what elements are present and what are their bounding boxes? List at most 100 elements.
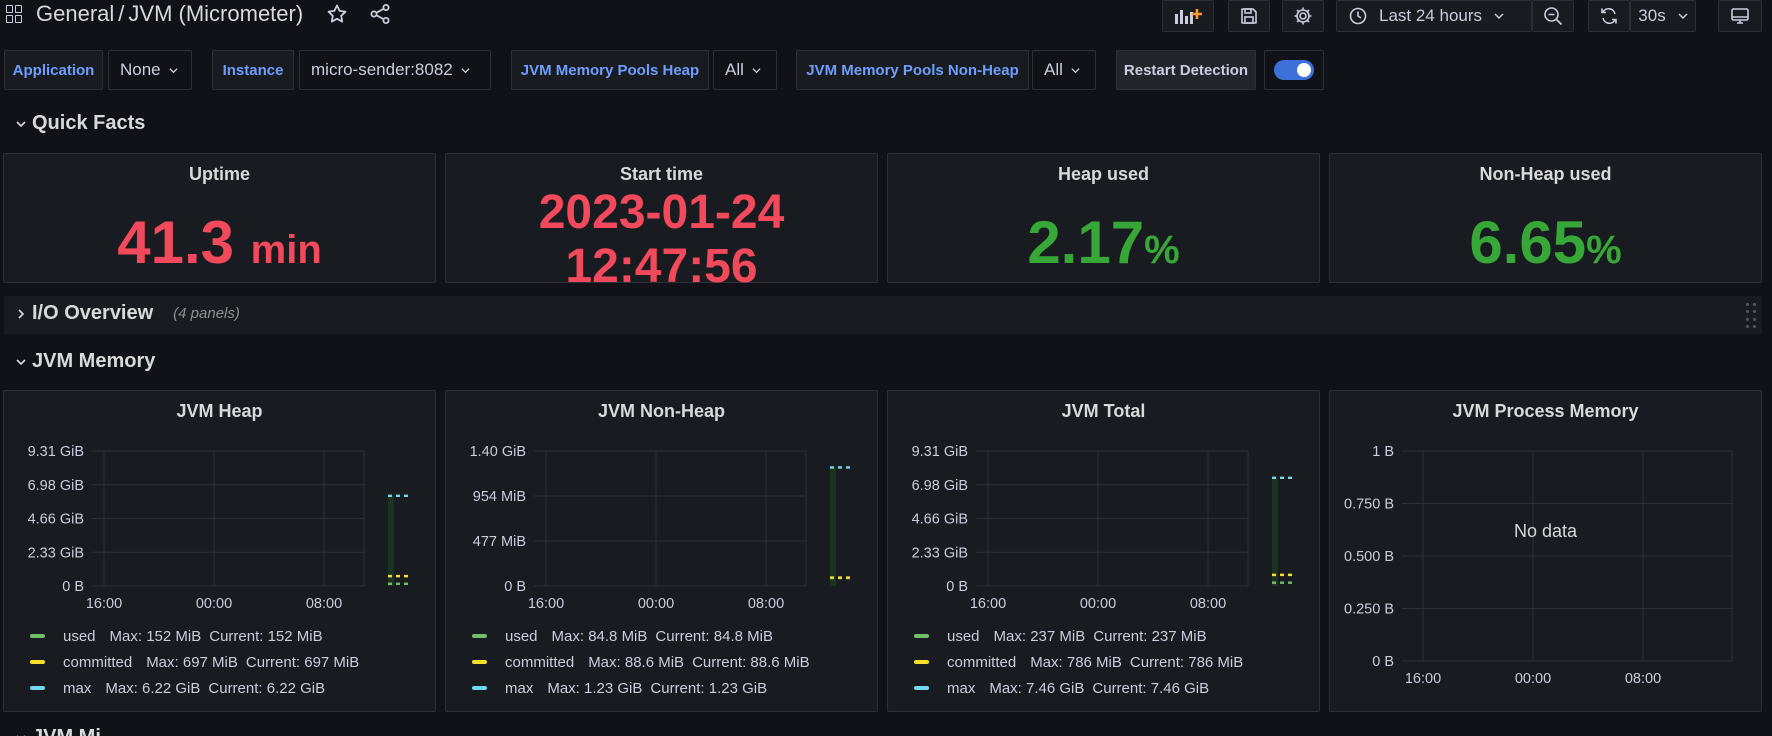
refresh-interval-label: 30s [1638,6,1666,25]
legend-item-committed[interactable]: committed Max: 786 MiB Current: 786 MiB [914,649,1243,675]
y-tick-label: 9.31 GiB [912,444,968,460]
dashboards-grid-icon[interactable] [6,5,24,23]
y-tick-label: 1 B [1372,444,1394,460]
add-panel-icon [1175,9,1202,24]
legend-swatch [30,634,45,638]
row-panel-count: (4 panels) [173,305,240,322]
legend-item-committed[interactable]: committed Max: 88.6 MiB Current: 88.6 MiB [472,649,810,675]
drag-handle-icon[interactable] [1746,303,1756,329]
folder-link[interactable]: General [36,1,114,26]
chevron-down-icon [16,734,26,736]
x-tick-label: 16:00 [86,596,122,612]
refresh-icon [1601,8,1617,24]
x-tick-label: 00:00 [1515,671,1551,687]
legend-max: Max: 697 MiB [146,653,238,671]
toggle-track [1274,60,1314,80]
legend-current: Current: 6.22 GiB [208,679,326,697]
legend-max: Max: 786 MiB [1030,653,1122,671]
chevron-down-icon [461,67,470,73]
variable-select-application[interactable]: None [108,50,192,90]
dashboard-title[interactable]: JVM (Micrometer) [128,1,303,26]
legend-series-name: used [505,627,538,645]
panel-title[interactable]: Heap used [888,164,1319,185]
y-tick-label: 477 MiB [473,534,526,550]
stat-panel-start-time: Start time 2023-01-24 12:47:56 [445,153,878,293]
cycle-view-mode-button[interactable] [1718,0,1762,32]
row-quick-facts[interactable]: Quick Facts [14,112,145,135]
legend-max: Max: 237 MiB [993,627,1086,645]
panel-title[interactable]: Start time [446,164,877,185]
y-tick-label: 0 B [504,579,526,595]
legend-swatch [914,660,929,664]
variable-label-application: Application [4,50,103,90]
legend-item-committed[interactable]: committed Max: 697 MiB Current: 697 MiB [30,649,359,675]
legend-current: Current: 84.8 MiB [655,627,773,645]
stat-date: 2023-01-24 [538,186,785,239]
legend-swatch [30,660,45,664]
legend-item-used[interactable]: used Max: 237 MiB Current: 237 MiB [914,623,1243,649]
star-icon[interactable] [325,2,349,26]
legend-item-used[interactable]: used Max: 84.8 MiB Current: 84.8 MiB [472,623,810,649]
stat-value: 41.3 min [4,208,435,277]
zoom-out-button[interactable] [1532,0,1574,32]
legend-item-used[interactable]: used Max: 152 MiB Current: 152 MiB [30,623,359,649]
save-icon [1241,8,1257,24]
stat-value: 2023-01-24 12:47:56 [446,186,877,294]
y-tick-label: 0 B [62,579,84,595]
add-panel-button[interactable] [1162,0,1214,32]
legend-swatch [472,660,487,664]
variable-label-nonheap-pools: JVM Memory Pools Non-Heap [796,50,1029,90]
chevron-down-icon [16,358,26,365]
variable-value: All [1044,60,1063,79]
variable-select-nonheap-pools[interactable]: All [1032,50,1096,90]
refresh-interval-picker[interactable]: 30s [1630,0,1696,32]
graph-panel-jvm-non-heap: JVM Non-Heap 1.40 GiB 954 MiB 477 MiB 0 B 16… [445,390,878,712]
graph-legend: used Max: 152 MiB Current: 152 MiB committe… [30,623,359,701]
legend-max: Max: 152 MiB [109,627,202,645]
save-dashboard-button[interactable] [1228,0,1270,32]
legend-series-name: used [63,627,96,645]
row-jvm-memory[interactable]: JVM Memory [14,350,155,373]
variable-select-heap-pools[interactable]: All [713,50,777,90]
y-tick-label: 0.750 B [1344,497,1394,513]
x-tick-label: 08:00 [306,596,342,612]
x-tick-label: 00:00 [1080,596,1116,612]
x-tick-label: 08:00 [1190,596,1226,612]
chevron-down-icon [169,67,178,73]
panel-title[interactable]: Non-Heap used [1330,164,1761,185]
legend-current: Current: 1.23 GiB [650,679,768,697]
stat-value: 2.17% [888,208,1319,277]
legend-current: Current: 7.46 GiB [1092,679,1210,697]
variable-value: All [725,60,744,79]
stat-value: 6.65% [1330,208,1761,277]
row-jvm-misc-partial[interactable]: JVM Mi [14,726,101,736]
graph-panel-jvm-heap: JVM Heap 9.31 GiB 6.98 GiB 4.66 GiB 2.33 Gi… [3,390,436,712]
row-title: JVM Memory [32,350,156,372]
row-title: JVM Mi [32,726,101,736]
variable-select-instance[interactable]: micro-sender:8082 [299,50,491,90]
dashboard-settings-button[interactable] [1282,0,1324,32]
legend-max: Max: 7.46 GiB [989,679,1085,697]
share-icon[interactable] [368,2,392,26]
legend-item-max[interactable]: max Max: 1.23 GiB Current: 1.23 GiB [472,675,810,701]
x-tick-label: 00:00 [638,596,674,612]
row-io-overview[interactable]: I/O Overview (4 panels) [4,296,1762,334]
graph-panel-jvm-total: JVM Total 9.31 GiB 6.98 GiB 4.66 GiB 2.33 G… [887,390,1320,712]
x-tick-label: 16:00 [528,596,564,612]
y-tick-label: 0.250 B [1344,602,1394,618]
legend-item-max[interactable]: max Max: 7.46 GiB Current: 7.46 GiB [914,675,1243,701]
breadcrumb-separator: / [118,1,125,26]
graph-jvm-process-memory[interactable]: 1 B 0.750 B 0.500 B 0.250 B 0 B 16:00 00:00 08:… [1330,391,1763,713]
stat-time: 12:47:56 [565,240,758,293]
legend-max: Max: 1.23 GiB [547,679,643,697]
legend-current: Current: 786 MiB [1129,653,1244,671]
legend-item-max[interactable]: max Max: 6.22 GiB Current: 6.22 GiB [30,675,359,701]
no-data-message: No data [1513,521,1578,541]
time-range-picker[interactable]: Last 24 hours [1336,0,1532,32]
legend-current: Current: 697 MiB [245,653,360,671]
restart-detection-toggle[interactable] [1264,50,1324,90]
row-header: I/O Overview (4 panels) [14,302,240,325]
refresh-button[interactable] [1588,0,1630,32]
y-tick-label: 2.33 GiB [912,545,968,561]
panel-title[interactable]: Uptime [4,164,435,185]
